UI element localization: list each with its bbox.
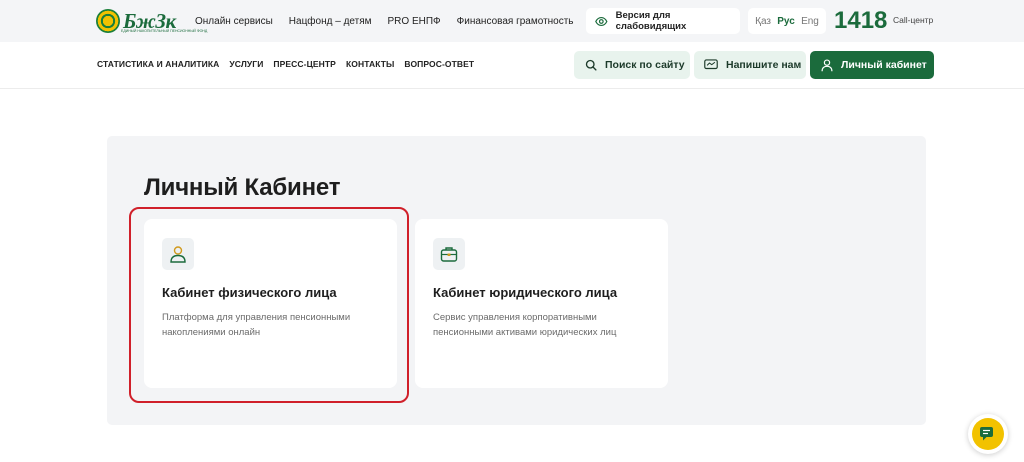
nav-contacts[interactable]: КОНТАКТЫ xyxy=(346,59,394,69)
nav-faq[interactable]: ВОПРОС-ОТВЕТ xyxy=(404,59,474,69)
chat-widget-button[interactable] xyxy=(968,414,1008,454)
site-search-label: Поиск по сайту xyxy=(605,59,685,71)
card-icon-box xyxy=(162,238,194,270)
legal-entity-cabinet-card[interactable]: Кабинет юридического лица Сервис управле… xyxy=(415,219,668,388)
user-icon xyxy=(821,58,833,71)
top-link-pro-enpf[interactable]: PRO ЕНПФ xyxy=(388,16,441,27)
legal-entity-cabinet-desc: Сервис управления корпоративными пенсион… xyxy=(433,312,617,338)
individual-cabinet-desc: Платформа для управления пенсионными нак… xyxy=(162,312,351,338)
main-nav: СТАТИСТИКА И АНАЛИТИКА УСЛУГИ ПРЕСС-ЦЕНТ… xyxy=(97,59,474,69)
card-icon-box xyxy=(433,238,465,270)
vision-impaired-button[interactable]: Версия для слабовидящих xyxy=(586,8,740,34)
nav-press-center[interactable]: ПРЕСС-ЦЕНТР xyxy=(273,59,336,69)
top-link-natfund[interactable]: Нацфонд – детям xyxy=(289,16,372,27)
page-title: Личный Кабинет xyxy=(144,174,341,201)
chat-icon xyxy=(980,427,993,441)
chat-widget-inner xyxy=(972,418,1004,450)
top-links: Онлайн сервисы Нацфонд – детям PRO ЕНПФ … xyxy=(195,0,574,42)
lang-kaz[interactable]: Қаз xyxy=(755,16,771,27)
write-us-button[interactable]: Напишите нам xyxy=(694,51,806,79)
legal-entity-cabinet-title: Кабинет юридического лица xyxy=(433,285,618,300)
call-center-label: Call-центр xyxy=(893,15,934,25)
personal-cabinet-button[interactable]: Личный кабинет xyxy=(810,51,934,79)
lang-eng[interactable]: Eng xyxy=(801,16,819,27)
language-switcher: Қаз Рус Eng xyxy=(748,8,826,34)
site-logo[interactable]: БжЗк ЕДИНЫЙ НАКОПИТЕЛЬНЫЙ ПЕНСИОННЫЙ ФОН… xyxy=(96,7,207,35)
site-search-button[interactable]: Поиск по сайту xyxy=(574,51,690,79)
logo-emblem-icon xyxy=(96,9,120,33)
person-icon xyxy=(170,246,186,263)
eye-icon xyxy=(595,16,608,26)
nav-services[interactable]: УСЛУГИ xyxy=(229,59,263,69)
individual-cabinet-title: Кабинет физического лица xyxy=(162,285,337,300)
header-divider xyxy=(0,88,1024,89)
vision-impaired-label: Версия для слабовидящих xyxy=(615,10,687,32)
write-us-label: Напишите нам xyxy=(726,59,802,71)
briefcase-icon xyxy=(440,247,458,262)
individual-cabinet-card[interactable]: Кабинет физического лица Платформа для у… xyxy=(144,219,397,388)
top-link-online-services[interactable]: Онлайн сервисы xyxy=(195,16,273,27)
message-icon xyxy=(704,59,718,70)
search-icon xyxy=(585,59,597,71)
logo-text: БжЗк xyxy=(123,9,176,33)
call-center-number[interactable]: 1418 xyxy=(834,6,887,36)
lang-rus[interactable]: Рус xyxy=(777,16,795,27)
personal-cabinet-label: Личный кабинет xyxy=(841,59,927,71)
top-link-financial-literacy[interactable]: Финансовая грамотность xyxy=(457,16,574,27)
nav-statistics[interactable]: СТАТИСТИКА И АНАЛИТИКА xyxy=(97,59,219,69)
